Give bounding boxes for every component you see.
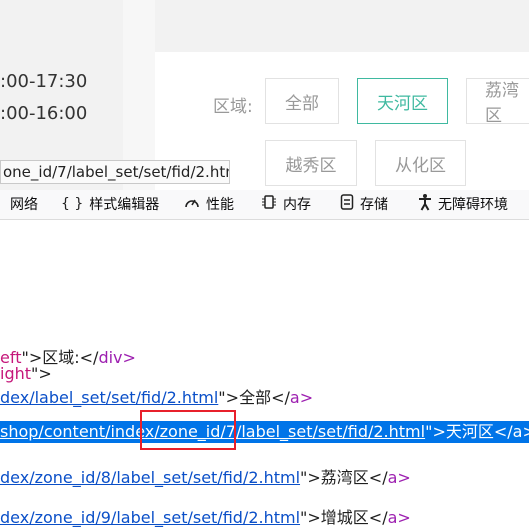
tab-accessibility[interactable]: 无障碍环境	[418, 190, 508, 218]
source-line-3[interactable]: dex/label_set/set/fid/2.html">全部</a>	[0, 384, 313, 408]
accessibility-icon	[418, 193, 432, 215]
tab-label-storage: 存储	[360, 197, 388, 213]
tag-name: a	[289, 388, 300, 407]
href-prefix: shop/content/index	[0, 422, 155, 441]
tag-end: >	[397, 508, 411, 527]
tab-label-style-editor: 样式编辑器	[89, 197, 160, 213]
zone-option-conghua[interactable]: 从化区	[375, 140, 466, 186]
source-line-5[interactable]: dex/zone_id/8/label_set/set/fid/2.html">…	[0, 464, 411, 488]
source-line-2[interactable]: ight">	[0, 364, 52, 383]
performance-icon	[184, 195, 200, 213]
selected-node-row[interactable]: shop/content/index/zone_id/7/label_set/s…	[0, 421, 529, 443]
tag-end: ">	[31, 364, 52, 383]
devtools-toolbar: 网络 { } 样式编辑器 性能 内存 存储 无障碍环境	[0, 190, 529, 220]
tab-network[interactable]: 网络	[10, 190, 38, 218]
tag-end: >	[299, 388, 314, 407]
tag-end: >	[397, 468, 411, 487]
text-fragment: ">荔湾区</	[300, 468, 388, 487]
tag-name: a	[387, 468, 398, 487]
href-value[interactable]: dex/zone_id/8/label_set/set/fid/2.html	[0, 468, 300, 487]
zone-option-tianhe[interactable]: 天河区	[357, 78, 448, 124]
href-value[interactable]: dex/label_set/set/fid/2.html	[0, 388, 218, 407]
text-fragment: ">全部</	[218, 388, 290, 407]
hours-line-2: :00-16:00	[0, 103, 88, 124]
zone-label: 区域:	[213, 97, 253, 117]
tab-label-network: 网络	[10, 197, 38, 213]
href-suffix: label_set/set/fid/2.html	[241, 422, 426, 441]
link-url-tooltip: one_id/7/label_set/set/fid/2.html	[0, 160, 230, 184]
tab-label-performance: 性能	[206, 197, 234, 213]
href-value[interactable]: dex/zone_id/9/label_set/set/fid/2.html	[0, 508, 300, 527]
tag-end: >	[122, 348, 136, 367]
tag-name: a	[387, 508, 398, 527]
hours-line-1: :00-17:30	[0, 71, 88, 92]
tab-style-editor[interactable]: { } 样式编辑器	[61, 190, 159, 218]
text-fragment: ">天河区</a>	[425, 422, 529, 441]
zone-option-all[interactable]: 全部	[265, 78, 339, 124]
memory-icon	[261, 194, 277, 214]
zone-option-yuexiu[interactable]: 越秀区	[265, 140, 357, 186]
tab-storage[interactable]: 存储	[340, 190, 388, 218]
tab-memory[interactable]: 内存	[261, 190, 311, 218]
zone-option-liwan[interactable]: 荔湾区	[466, 78, 529, 126]
style-editor-icon: { }	[61, 196, 84, 212]
tab-label-memory: 内存	[283, 197, 311, 213]
source-line-4: shop/content/index/zone_id/7/label_set/s…	[0, 421, 529, 443]
storage-icon	[340, 194, 354, 214]
tab-performance[interactable]: 性能	[184, 190, 234, 218]
text-fragment: ">增城区</	[300, 508, 388, 527]
annotation-highlight-box	[140, 410, 236, 450]
tag-name: div	[98, 348, 123, 367]
source-line-6[interactable]: dex/zone_id/9/label_set/set/fid/2.html">…	[0, 504, 411, 528]
tab-label-accessibility: 无障碍环境	[438, 197, 508, 213]
attr-fragment: ight	[0, 364, 32, 383]
